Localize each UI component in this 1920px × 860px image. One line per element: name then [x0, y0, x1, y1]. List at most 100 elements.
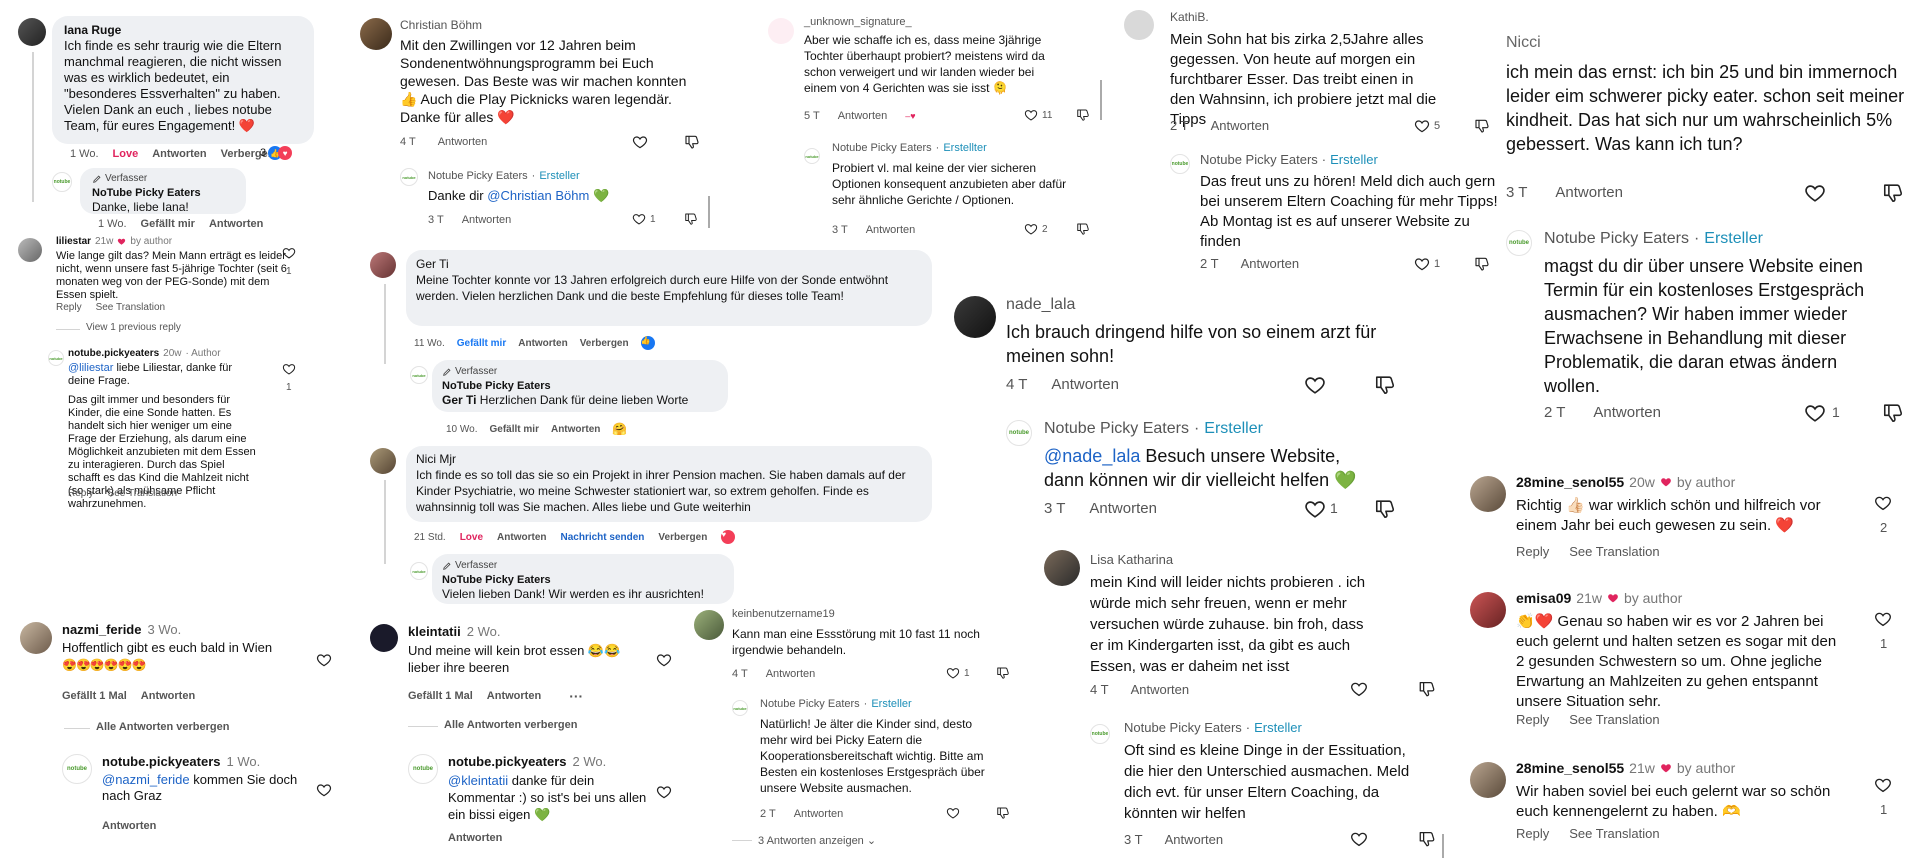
avatar[interactable] [370, 448, 396, 474]
like-link[interactable]: Gefällt mir [457, 338, 506, 349]
dislike-icon[interactable] [996, 806, 1010, 820]
brand-avatar[interactable]: notube [410, 562, 428, 580]
heart-outline-icon[interactable] [1304, 374, 1326, 396]
reply-link[interactable]: Antworten [438, 136, 488, 148]
reply-author-name[interactable]: Notube Picky Eaters [760, 698, 860, 710]
author-name[interactable]: _unknown_signature_ [804, 16, 912, 28]
dislike-icon[interactable] [1374, 374, 1396, 396]
avatar[interactable] [18, 18, 46, 46]
see-translation-link[interactable]: See Translation [1569, 544, 1659, 559]
reply-author-name[interactable]: Notube Picky Eaters [832, 142, 932, 154]
avatar[interactable] [20, 622, 52, 654]
reply-link[interactable]: Antworten [102, 820, 156, 832]
reply-link[interactable]: Antworten [1131, 682, 1190, 697]
hide-link[interactable]: Verbergen [658, 532, 707, 543]
brand-avatar[interactable]: notube [52, 172, 72, 192]
avatar[interactable] [954, 296, 996, 338]
reply-link[interactable]: Antworten [766, 668, 816, 680]
avatar[interactable] [1124, 10, 1154, 40]
heart-outline-icon[interactable] [1874, 776, 1892, 794]
dislike-icon[interactable] [1474, 118, 1490, 134]
author-name[interactable]: kleintatii [408, 624, 461, 639]
heart-outline-icon[interactable] [1350, 830, 1368, 848]
author-name[interactable]: KathiB. [1170, 10, 1209, 24]
brand-avatar[interactable]: notube [732, 700, 748, 716]
dislike-icon[interactable] [1882, 182, 1904, 204]
reply-link[interactable]: Antworten [141, 690, 195, 702]
reply-author-name[interactable]: notube.pickyeaters [448, 754, 567, 769]
author-name[interactable]: 28mine_senol55 [1516, 760, 1624, 776]
reply-link[interactable]: Antworten [866, 224, 916, 236]
author-name[interactable]: liliestar [56, 236, 91, 247]
like-link[interactable]: Gefällt mir [141, 218, 195, 230]
author-name[interactable]: notube.pickyeaters [68, 348, 159, 359]
mention-link[interactable]: @Christian Böhm [487, 188, 589, 203]
author-name[interactable]: nazmi_feride [62, 622, 141, 637]
heart-outline-icon[interactable] [1874, 494, 1892, 512]
reply-link[interactable]: Reply [68, 488, 94, 499]
author-name[interactable]: Ger Ti [416, 256, 922, 272]
reply-link[interactable]: Reply [1516, 544, 1549, 559]
avatar[interactable] [1470, 476, 1506, 512]
reply-link[interactable]: Antworten [838, 110, 888, 122]
reply-link[interactable]: Antworten [794, 808, 844, 820]
reply-author-name[interactable]: Notube Picky Eaters [1044, 420, 1189, 438]
mention-link[interactable]: @nazmi_feride [102, 772, 190, 787]
heart-outline-icon[interactable] [1024, 108, 1038, 122]
author-name[interactable]: nade_lala [1006, 296, 1075, 314]
heart-outline-icon[interactable] [1874, 610, 1892, 628]
avatar[interactable] [360, 18, 392, 50]
reply-link[interactable]: Antworten [1165, 832, 1224, 847]
dislike-icon[interactable] [1374, 498, 1396, 520]
dislike-icon[interactable] [1076, 222, 1090, 236]
reply-link[interactable]: Antworten [448, 832, 502, 844]
reply-link[interactable]: Antworten [497, 532, 546, 543]
dislike-icon[interactable] [1076, 108, 1090, 122]
avatar[interactable] [768, 18, 794, 44]
heart-outline-icon[interactable] [316, 652, 332, 668]
love-reaction-link[interactable]: Love [113, 148, 139, 160]
reply-author-name[interactable]: NoTube Picky Eaters [442, 379, 718, 393]
reply-author-name[interactable]: NoTube Picky Eaters [442, 573, 724, 587]
avatar[interactable] [694, 610, 724, 640]
reply-link[interactable]: Antworten [487, 690, 541, 702]
avatar[interactable] [1470, 592, 1506, 628]
brand-avatar[interactable]: notube [1170, 154, 1190, 174]
heart-outline-icon[interactable] [656, 652, 672, 668]
heart-outline-icon[interactable] [1414, 256, 1430, 272]
send-message-link[interactable]: Nachricht senden [561, 532, 645, 543]
brand-avatar[interactable]: notube [804, 148, 820, 164]
dislike-icon[interactable] [1882, 402, 1904, 424]
author-name[interactable]: emisa09 [1516, 590, 1571, 606]
heart-outline-icon[interactable] [1804, 402, 1826, 424]
author-name[interactable]: keinbenutzername19 [732, 608, 835, 620]
author-name[interactable]: Iana Ruge [64, 22, 302, 38]
author-name[interactable]: 28mine_senol55 [1516, 474, 1624, 490]
avatar[interactable] [1044, 550, 1080, 586]
reply-author-name[interactable]: Notube Picky Eaters [1124, 720, 1242, 735]
heart-outline-icon[interactable] [1304, 498, 1326, 520]
view-previous-replies-link[interactable]: View 1 previous reply [86, 322, 181, 333]
brand-avatar[interactable]: notube [48, 350, 64, 366]
avatar[interactable] [1470, 762, 1506, 798]
reply-link[interactable]: Reply [1516, 712, 1549, 727]
author-name[interactable]: Nicci [1506, 34, 1541, 52]
heart-outline-icon[interactable] [1024, 222, 1038, 236]
reply-link[interactable]: Antworten [1555, 184, 1623, 201]
heart-outline-icon[interactable] [946, 806, 960, 820]
mention-link[interactable]: @kleintatii [448, 773, 508, 788]
reply-author-name[interactable]: notube.pickyeaters [102, 754, 221, 769]
avatar[interactable] [18, 238, 42, 262]
reply-link[interactable]: Antworten [551, 424, 600, 435]
love-reaction-link[interactable]: Love [460, 532, 483, 543]
dislike-icon[interactable] [684, 134, 700, 150]
dislike-icon[interactable] [1418, 830, 1436, 848]
reaction-summary[interactable]: 3 👍 ♥ [260, 146, 293, 160]
author-name[interactable]: Lisa Katharina [1090, 552, 1173, 567]
reply-link[interactable]: Antworten [209, 218, 263, 230]
heart-outline-icon[interactable] [632, 134, 648, 150]
heart-outline-icon[interactable] [1804, 182, 1826, 204]
dislike-icon[interactable] [1418, 680, 1436, 698]
brand-avatar[interactable]: notube [400, 168, 418, 186]
hide-link[interactable]: Verbergen [580, 338, 629, 349]
